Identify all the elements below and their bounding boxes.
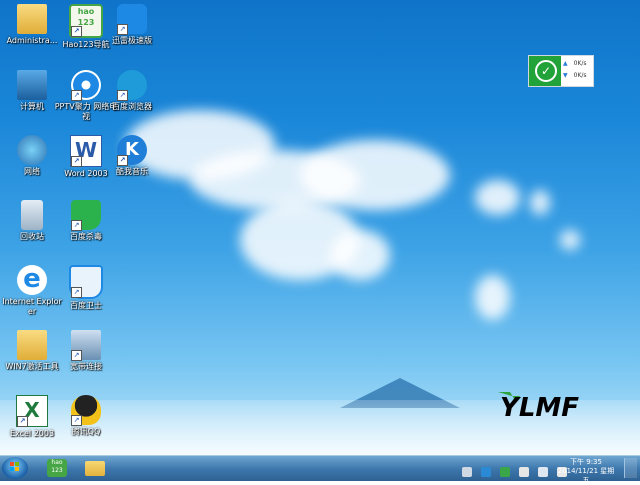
baidu-antivirus-icon: ↗ — [71, 200, 101, 231]
shield-icon[interactable] — [481, 466, 492, 477]
thunder-bird-icon: ↗ — [117, 4, 147, 35]
network-speed-widget[interactable]: ✓ ▲ 0K/s ▼ 0K/s — [528, 55, 594, 87]
clock[interactable]: 下午 9:35 2014/11/21 星期五 — [556, 458, 616, 485]
desktop-icon[interactable]: ↗ 宽带连接 — [54, 330, 118, 372]
desktop-icon-label: 宽带连接 — [70, 362, 102, 371]
desktop-icon[interactable]: K ↗ 酷我音乐 — [100, 135, 164, 177]
security-icon[interactable] — [500, 466, 511, 477]
desktop-icon-label: 迅雷极速版 — [112, 36, 152, 45]
desktop-icon[interactable]: ↗ 百度杀毒 — [54, 200, 118, 242]
cloud — [560, 230, 580, 250]
desktop-icon-label: 百度卫士 — [70, 301, 102, 310]
qq-penguin-icon: ↗ — [71, 395, 101, 426]
shortcut-arrow-icon: ↗ — [71, 287, 82, 298]
download-speed: ▼ 0K/s — [563, 72, 587, 79]
taskbar-explorer-button[interactable] — [80, 458, 110, 478]
hao123-icon: hao 123 — [47, 459, 67, 477]
clock-time: 下午 9:35 — [570, 458, 602, 466]
user-folder-icon — [17, 4, 47, 34]
keyboard-icon[interactable] — [462, 466, 472, 477]
folder-icon — [17, 330, 47, 360]
desktop-icon[interactable]: ↗ 腾讯QQ — [54, 395, 118, 437]
cloud — [330, 230, 390, 280]
desktop-icon-label: 百度杀毒 — [70, 232, 102, 241]
excel-icon: X ↗ — [16, 395, 48, 427]
shortcut-arrow-icon: ↗ — [117, 90, 128, 101]
check-icon: ✓ — [529, 56, 561, 86]
shortcut-arrow-icon: ↗ — [71, 156, 82, 167]
desktop-icon[interactable]: ↗ 百度卫士 — [54, 265, 118, 311]
taskbar-hao123-button[interactable]: hao 123 — [42, 458, 72, 478]
ie-icon: e — [17, 265, 47, 295]
start-button[interactable] — [2, 457, 28, 479]
word-icon: W ↗ — [70, 135, 102, 167]
baidu-browser-icon: ↗ — [117, 70, 147, 101]
desktop-icon-label: 酷我音乐 — [116, 167, 148, 176]
cloud — [475, 180, 520, 215]
desktop-icon-label: 腾讯QQ — [71, 427, 101, 436]
baidu-guard-icon: ↗ — [69, 265, 103, 299]
show-desktop-button[interactable] — [624, 458, 637, 478]
desktop-icon-label: 百度浏览器 — [112, 102, 152, 111]
svg-text:YLMF: YLMF — [500, 393, 579, 422]
pptv-icon: ↗ — [71, 70, 101, 101]
cloud — [530, 190, 550, 215]
desktop[interactable]: Administra... hao 123 ↗ Hao123导航 ↗ 迅雷极速版 计算机 ↗ P… — [0, 0, 640, 455]
desktop-icon[interactable]: ↗ 百度浏览器 — [100, 70, 164, 112]
network-icon — [17, 135, 47, 165]
recycle-bin-icon — [21, 200, 43, 230]
shortcut-arrow-icon: ↗ — [117, 24, 128, 35]
kuwo-icon: K ↗ — [117, 135, 147, 166]
shortcut-arrow-icon: ↗ — [117, 155, 128, 166]
clock-date: 2014/11/21 星期五 — [557, 467, 615, 484]
desktop-icon[interactable]: ↗ 迅雷极速版 — [100, 4, 164, 46]
windows-logo-icon — [10, 462, 19, 471]
shortcut-arrow-icon: ↗ — [71, 415, 82, 426]
shortcut-arrow-icon: ↗ — [71, 26, 82, 37]
taskbar: hao 123 下午 9:35 2014/11/21 星期五 — [0, 455, 640, 484]
shortcut-arrow-icon: ↗ — [71, 220, 82, 231]
shortcut-arrow-icon: ↗ — [17, 416, 28, 427]
shortcut-arrow-icon: ↗ — [71, 350, 82, 361]
ylmf-logo: YLMF — [498, 392, 579, 422]
cloud — [300, 140, 450, 210]
hao123-icon: hao 123 ↗ — [69, 4, 103, 38]
explorer-folder-icon — [85, 461, 105, 476]
broadband-icon: ↗ — [71, 330, 101, 361]
shortcut-arrow-icon: ↗ — [71, 90, 82, 101]
network-tray-icon[interactable] — [538, 466, 549, 477]
cloud — [475, 275, 510, 320]
computer-icon — [17, 70, 47, 100]
upload-speed: ▲ 0K/s — [563, 60, 587, 67]
action-center-icon[interactable] — [519, 466, 530, 477]
